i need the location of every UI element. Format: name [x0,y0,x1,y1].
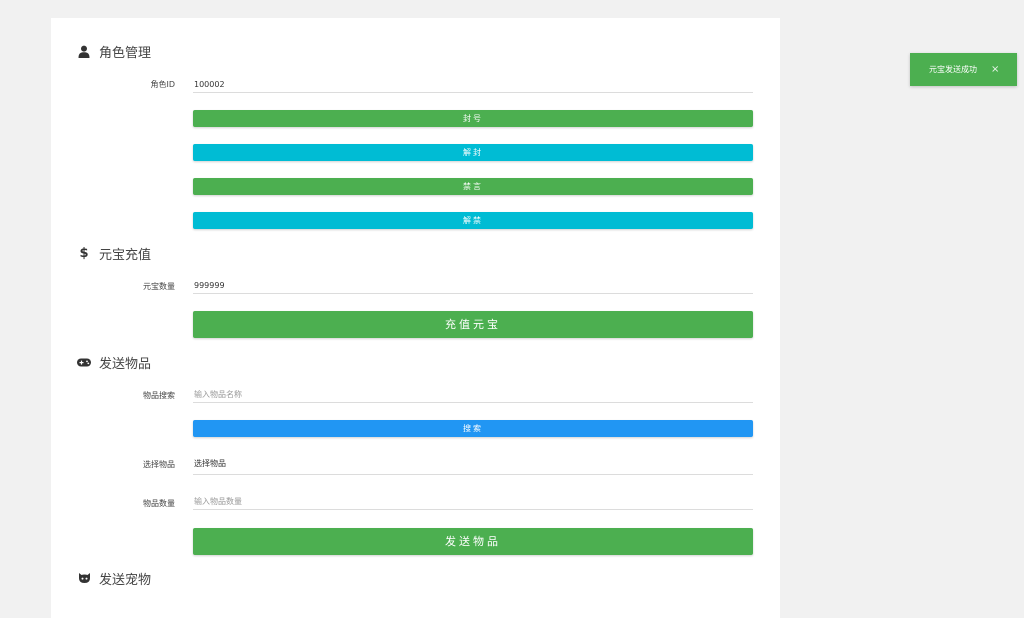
user-icon [77,44,91,58]
item-quantity-label: 物品数量 [143,499,175,508]
yuanbao-amount-input[interactable] [194,278,753,293]
gamepad-icon [77,355,91,369]
role-management-header: 角色管理 [77,39,151,63]
item-quantity-field[interactable] [193,494,753,510]
item-quantity-input[interactable] [194,494,753,509]
unmute-button[interactable]: 解禁 [193,212,753,229]
item-search-input[interactable] [194,387,753,402]
github-cat-icon [77,571,91,585]
toast-message: 元宝发送成功 [929,65,977,74]
admin-panel-card: 角色管理 角色ID 封号 解封 禁言 解禁 $ 元宝充值 元宝数量 充值元宝 发… [51,18,780,618]
success-toast: 元宝发送成功 × [910,53,1017,86]
yuanbao-amount-field[interactable] [193,278,753,294]
item-search-field[interactable] [193,387,753,403]
mute-button[interactable]: 禁言 [193,178,753,195]
send-items-title: 发送物品 [99,356,152,372]
select-item-dropdown[interactable]: 选择物品 [193,456,753,475]
close-icon[interactable]: × [991,64,999,75]
unban-button[interactable]: 解封 [193,144,753,161]
yuanbao-recharge-title: 元宝充值 [99,247,152,263]
send-items-header: 发送物品 [77,350,151,374]
role-management-title: 角色管理 [99,45,152,61]
item-search-label: 物品搜索 [143,391,175,400]
ban-button[interactable]: 封号 [193,110,753,127]
search-button[interactable]: 搜索 [193,420,753,437]
recharge-yuanbao-button[interactable]: 充值元宝 [193,311,753,338]
select-item-label: 选择物品 [143,460,175,469]
yuanbao-amount-label: 元宝数量 [143,282,175,291]
send-items-button[interactable]: 发送物品 [193,528,753,555]
send-pets-title: 发送宠物 [99,572,152,588]
select-item-value: 选择物品 [194,459,226,468]
send-pets-header: 发送宠物 [77,566,151,590]
role-id-label: 角色ID [150,80,175,89]
dollar-icon: $ [79,245,89,261]
role-id-field[interactable] [193,77,753,93]
yuanbao-recharge-header: $ 元宝充值 [77,241,151,265]
role-id-input[interactable] [194,77,753,92]
